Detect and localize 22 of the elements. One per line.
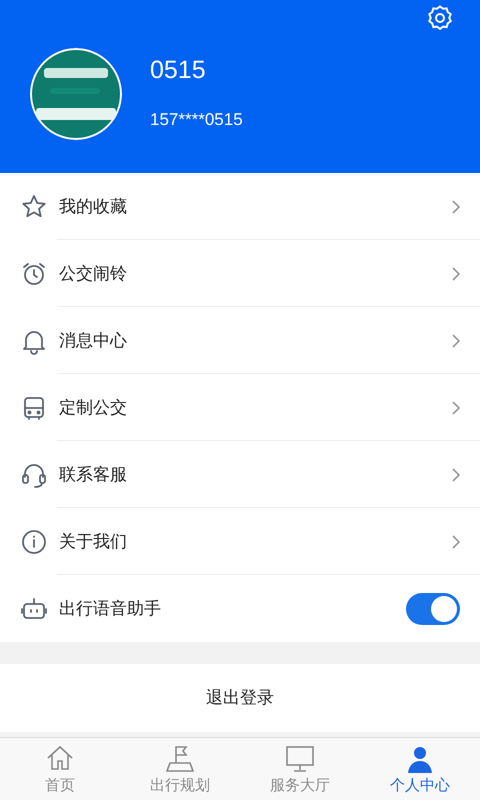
chevron-right-icon [452,266,460,280]
logout-button[interactable]: 退出登录 [0,664,480,732]
user-name: 0515 [150,54,207,85]
menu-item-label[interactable]: 联系客服 [59,462,452,488]
menu-item-label[interactable]: 消息中心 [59,328,452,354]
monitor-icon [284,743,316,775]
chevron-right-icon [452,200,460,214]
menu-item-label[interactable]: 定制公交 [59,394,452,420]
tab[interactable]: 个人中心 [360,738,480,800]
toggle-switch[interactable] [406,592,460,624]
phone-number: 157****0515 [150,108,243,131]
menu-item-label[interactable]: 出行语音助手 [59,596,406,622]
menu-item-label[interactable]: 公交闹铃 [59,260,452,286]
chevron-right-icon [452,534,460,548]
chevron-right-icon [452,334,460,348]
flag-icon [164,743,196,775]
menu-item-label[interactable]: 关于我们 [59,528,452,554]
info-icon [20,528,48,556]
chevron-right-icon [452,400,460,414]
menu-item-label[interactable]: 我的收藏 [59,194,452,220]
settings-icon[interactable] [426,4,454,32]
chevron-right-icon [452,468,460,482]
